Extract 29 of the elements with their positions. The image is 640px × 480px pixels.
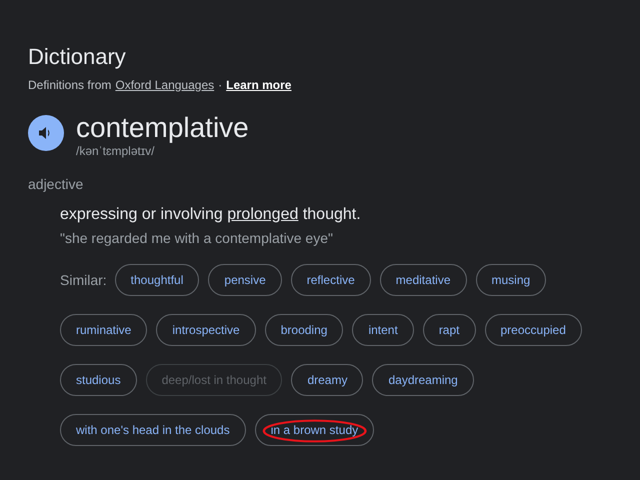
- synonym-chip[interactable]: rapt: [422, 314, 476, 346]
- synonym-chip[interactable]: ruminative: [60, 314, 148, 346]
- synonym-chip[interactable]: musing: [476, 264, 546, 296]
- learn-more-link[interactable]: Learn more: [226, 78, 292, 92]
- separator: ·: [218, 78, 222, 92]
- synonym-chip[interactable]: with one's head in the clouds: [60, 414, 246, 446]
- similar-label: Similar:: [60, 272, 107, 288]
- part-of-speech: adjective: [28, 176, 84, 192]
- section-heading: Dictionary: [28, 43, 127, 71]
- synonym-chip[interactable]: brooding: [264, 314, 344, 346]
- synonym-chip[interactable]: in a brown study: [254, 414, 374, 446]
- synonym-chip[interactable]: meditative: [380, 264, 466, 296]
- synonym-chip[interactable]: intent: [352, 314, 414, 346]
- definition-link[interactable]: prolonged: [227, 206, 298, 223]
- definition-text: expressing or involving prolonged thought.: [60, 206, 362, 224]
- synonym-chip[interactable]: reflective: [290, 264, 371, 296]
- headword: contemplative: [76, 112, 249, 144]
- speaker-button[interactable]: [28, 115, 64, 151]
- source-text: Definitions from: [28, 78, 112, 92]
- synonym-chip[interactable]: introspective: [156, 314, 256, 346]
- synonym-chip[interactable]: studious: [60, 364, 137, 396]
- example-sentence: "she regarded me with a contemplative eye": [60, 230, 334, 246]
- synonym-chip[interactable]: dreamy: [291, 364, 364, 396]
- synonym-chip[interactable]: pensive: [208, 264, 282, 296]
- synonym-chip[interactable]: thoughtful: [114, 264, 200, 296]
- pronunciation: /kənˈtɛmplətɪv/: [76, 144, 156, 158]
- source-link[interactable]: Oxford Languages: [115, 78, 214, 92]
- synonym-chip[interactable]: daydreaming: [372, 364, 474, 396]
- synonym-chip[interactable]: preoccupied: [484, 314, 582, 346]
